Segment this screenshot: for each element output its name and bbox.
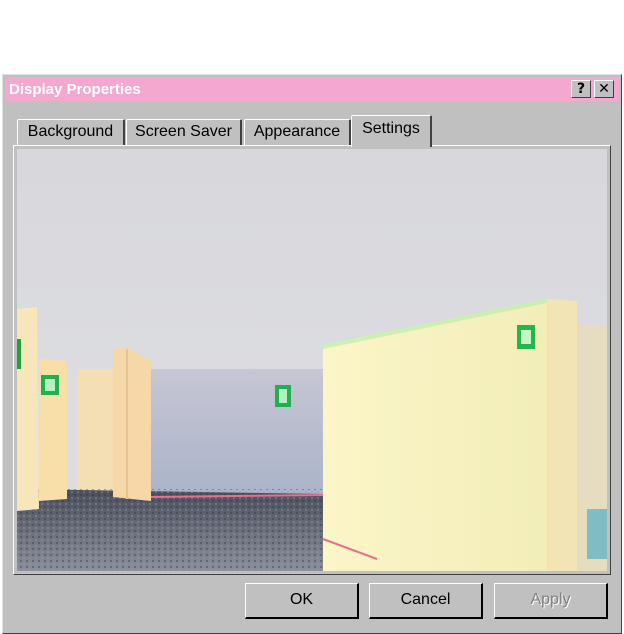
- window-title: Display Properties: [9, 81, 141, 98]
- title-bar[interactable]: Display Properties ? ✕: [5, 77, 619, 101]
- tab-screen-saver[interactable]: Screen Saver: [126, 119, 242, 145]
- close-icon: ✕: [598, 81, 610, 97]
- preview-image: [17, 149, 607, 571]
- ok-button[interactable]: OK: [245, 583, 359, 619]
- help-button[interactable]: ?: [571, 80, 591, 98]
- tab-background[interactable]: Background: [17, 119, 125, 145]
- tab-panel: [13, 145, 611, 575]
- cancel-button[interactable]: Cancel: [369, 583, 483, 619]
- tab-settings[interactable]: Settings: [351, 115, 432, 147]
- apply-button[interactable]: Apply: [494, 583, 608, 619]
- close-button[interactable]: ✕: [594, 80, 614, 98]
- tab-appearance[interactable]: Appearance: [244, 119, 351, 145]
- display-properties-dialog: Display Properties ? ✕ Background Screen…: [2, 74, 622, 634]
